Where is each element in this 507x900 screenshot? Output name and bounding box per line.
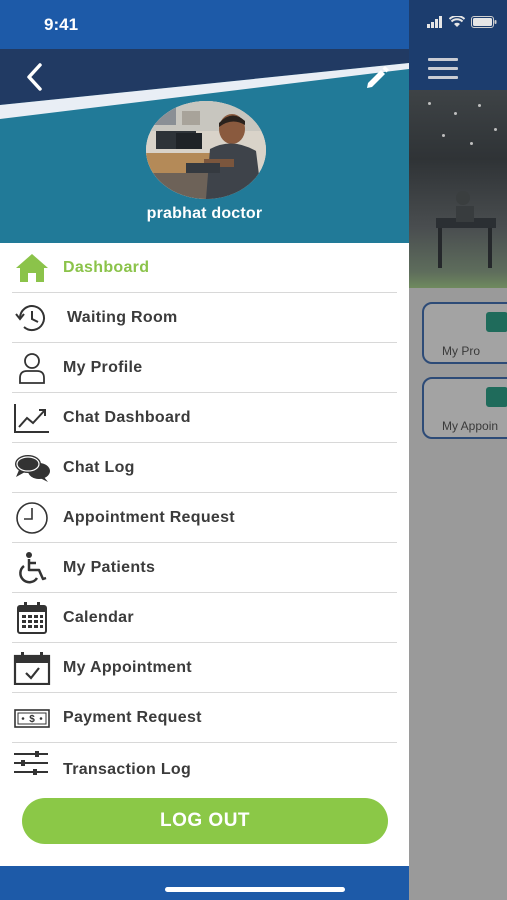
background-card-label: My Pro [442, 344, 481, 358]
calendar-icon [17, 602, 47, 634]
menu-item-payment-request[interactable]: $ Payment Request [0, 693, 409, 743]
chat-bubbles-icon [15, 455, 50, 482]
signal-icon [427, 16, 443, 28]
hamburger-menu-icon[interactable] [428, 58, 458, 80]
svg-text:$: $ [29, 714, 35, 725]
background-bottom-bar [408, 866, 507, 900]
edit-pencil-icon[interactable] [362, 61, 392, 91]
logout-button[interactable]: LOG OUT [22, 798, 388, 844]
background-app-header [408, 0, 507, 90]
background-card-label: My Appoin [442, 419, 499, 433]
menu-item-transaction-log[interactable]: Transaction Log [0, 743, 409, 783]
back-button[interactable] [16, 59, 52, 95]
menu-item-label: Dashboard [63, 259, 150, 276]
menu-item-appointment-request[interactable]: Appointment Request [0, 493, 409, 543]
menu-item-my-profile[interactable]: My Profile [0, 343, 409, 393]
menu-item-label: Transaction Log [63, 761, 192, 778]
history-icon [15, 305, 45, 332]
menu-item-label: My Patients [63, 559, 156, 576]
drawer-menu: Dashboard Waiting Room My Profile Chat D… [0, 243, 409, 783]
money-bill-icon: $ [14, 709, 50, 728]
status-time: 9:41 [44, 15, 79, 34]
wifi-icon [449, 16, 465, 27]
avatar[interactable] [146, 101, 266, 199]
menu-item-my-patients[interactable]: My Patients [0, 543, 409, 593]
menu-item-label: Payment Request [63, 709, 202, 726]
menu-item-chat-dashboard[interactable]: Chat Dashboard [0, 393, 409, 443]
menu-item-label: Calendar [63, 609, 134, 626]
menu-item-label: My Profile [63, 359, 143, 376]
background-app[interactable]: My Pro My Appoin [408, 0, 507, 900]
drawer-header: prabhat doctor [0, 49, 409, 243]
status-icons [427, 16, 497, 28]
trend-chart-icon [14, 404, 49, 433]
battery-icon [471, 16, 497, 28]
user-icon [19, 353, 45, 384]
background-banner-image [408, 90, 507, 288]
menu-item-dashboard[interactable]: Dashboard [0, 243, 409, 293]
menu-item-label: Chat Dashboard [63, 409, 191, 426]
bottom-bar [0, 866, 409, 900]
home-indicator[interactable] [165, 887, 345, 892]
sliders-icon [14, 751, 48, 775]
navigation-drawer: 9:41 prabhat doctor Dashboard Waiting Ro… [0, 0, 409, 900]
home-icon [16, 254, 48, 282]
clock-icon [16, 502, 48, 534]
wheelchair-icon [19, 552, 47, 584]
menu-item-chat-log[interactable]: Chat Log [0, 443, 409, 493]
calendar-check-icon [13, 652, 51, 685]
menu-item-calendar[interactable]: Calendar [0, 593, 409, 643]
clipboard-plus-icon [486, 312, 507, 332]
menu-item-label: Appointment Request [63, 509, 235, 526]
calendar-check-icon [486, 387, 507, 407]
background-card-appointment[interactable]: My Appoin [422, 377, 507, 439]
profile-name: prabhat doctor [146, 205, 263, 222]
screen: My Pro My Appoin 9:41 prabhat doctor Das… [0, 0, 507, 900]
logout-label: LOG OUT [159, 810, 251, 831]
background-card-profile[interactable]: My Pro [422, 302, 507, 364]
menu-item-waiting-room[interactable]: Waiting Room [0, 293, 409, 343]
menu-item-label: Chat Log [63, 459, 135, 476]
menu-item-my-appointment[interactable]: My Appointment [0, 643, 409, 693]
status-bar: 9:41 [0, 0, 409, 49]
menu-item-label: Waiting Room [67, 309, 178, 326]
menu-item-label: My Appointment [63, 659, 192, 676]
